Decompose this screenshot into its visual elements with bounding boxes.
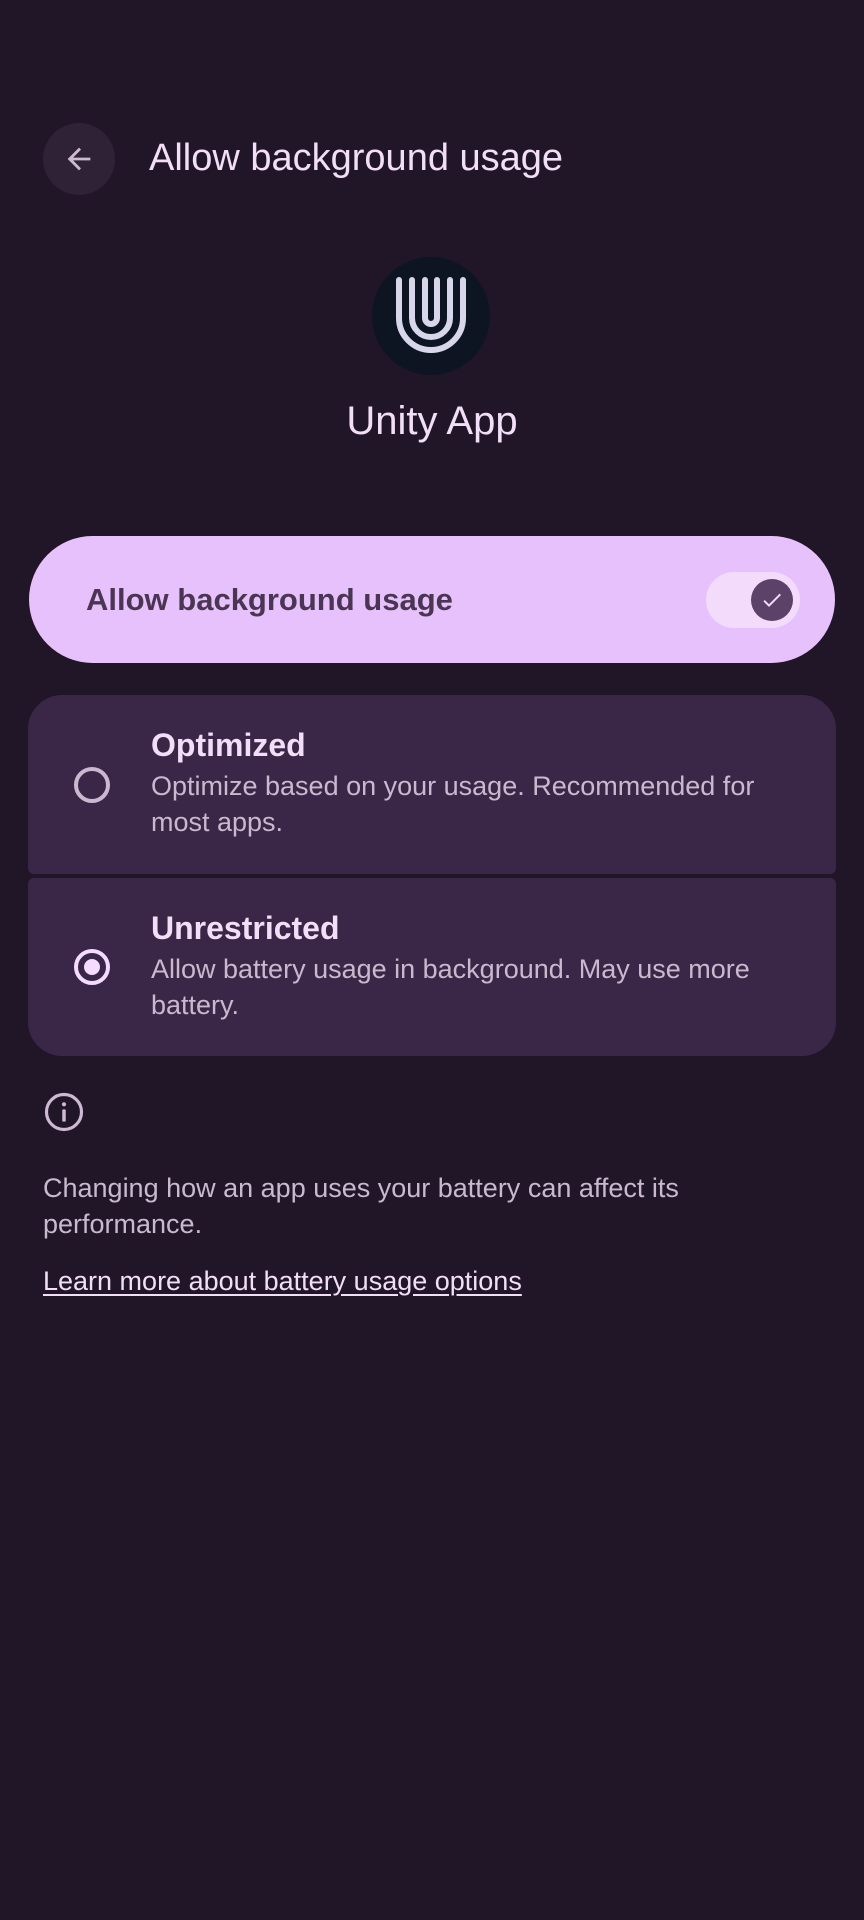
page-title: Allow background usage — [149, 137, 564, 179]
radio-selected-dot — [84, 959, 100, 975]
allow-background-usage-switch[interactable] — [706, 572, 800, 628]
option-title: Unrestricted — [151, 910, 340, 946]
unrestricted-radio-button[interactable] — [74, 949, 110, 985]
arrow-back-icon — [67, 147, 91, 171]
option-title: Optimized — [151, 727, 306, 763]
unity-logo-icon — [372, 257, 490, 375]
allow-background-usage-toggle-row[interactable]: Allow background usage — [29, 536, 835, 663]
toggle-label: Allow background usage — [86, 582, 453, 617]
learn-more-link[interactable]: Learn more about battery usage options — [43, 1262, 522, 1300]
back-button[interactable] — [43, 123, 115, 195]
app-name: Unity App — [346, 399, 518, 443]
option-description: Allow battery usage in background. May u… — [151, 954, 750, 1020]
switch-thumb — [751, 579, 793, 621]
option-description: Optimize based on your usage. Recommende… — [151, 771, 755, 837]
optimized-radio-button[interactable] — [74, 767, 110, 803]
battery-info-text: Changing how an app uses your battery ca… — [43, 1173, 679, 1239]
info-icon — [44, 1092, 84, 1132]
option-unrestricted[interactable]: Unrestricted Allow battery usage in back… — [28, 878, 836, 1056]
option-optimized[interactable]: Optimized Optimize based on your usage. … — [28, 695, 836, 874]
check-icon — [763, 593, 781, 607]
